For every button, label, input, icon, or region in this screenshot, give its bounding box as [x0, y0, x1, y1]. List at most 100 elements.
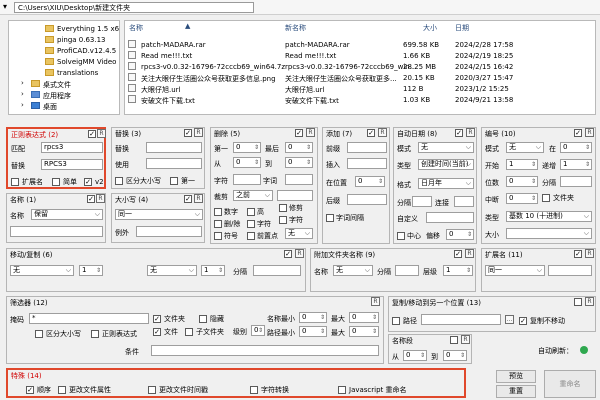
remove-mode-select[interactable]: 无 — [285, 228, 313, 239]
center-checkbox[interactable] — [397, 232, 405, 240]
name-input[interactable] — [10, 226, 103, 237]
custom-input[interactable] — [426, 212, 474, 223]
tree-item[interactable]: translations — [9, 67, 119, 77]
segment-from-spin[interactable]: 0 — [403, 350, 427, 361]
numbering-reset-button[interactable]: R — [585, 128, 594, 137]
insert-input[interactable] — [347, 158, 387, 169]
copy-move-reset-button[interactable]: R — [585, 297, 594, 306]
reset-button[interactable]: 重置 — [496, 385, 536, 398]
copy-move-enable-checkbox[interactable] — [574, 298, 582, 306]
path-input[interactable] — [421, 314, 501, 325]
autodate-enable-checkbox[interactable]: ✓ — [455, 129, 463, 137]
folder-tree[interactable]: Everything 1.5 x64 pinga 0.63.13 ProfiCA… — [8, 20, 120, 115]
filter-case-checkbox[interactable] — [35, 330, 43, 338]
remove-reset-button[interactable]: R — [306, 128, 315, 137]
segment-reset-button[interactable]: R — [461, 335, 470, 344]
col-name[interactable]: 名称 — [129, 23, 143, 33]
folders-checkbox[interactable]: ✓ — [153, 315, 161, 323]
at-spin[interactable]: 0 — [560, 142, 592, 153]
numbering-enable-checkbox[interactable]: ✓ — [574, 129, 582, 137]
segment-to-spin[interactable]: 0 — [443, 350, 467, 361]
ext-enable-checkbox[interactable]: ✓ — [574, 250, 582, 258]
autodate-reset-button[interactable]: R — [466, 128, 475, 137]
replace-input[interactable]: RPCS3 — [41, 159, 103, 170]
files-checkbox[interactable]: ✓ — [153, 328, 161, 336]
tree-item[interactable]: › 应用程序 — [9, 89, 119, 101]
digits-checkbox[interactable] — [214, 208, 222, 216]
sep-input[interactable] — [412, 196, 432, 207]
crop-input[interactable] — [277, 190, 313, 201]
rename-button[interactable]: 重命名 — [544, 370, 596, 398]
folder-checkbox[interactable] — [542, 194, 550, 202]
move-enable-checkbox[interactable]: ✓ — [284, 250, 292, 258]
mask-input[interactable]: * — [29, 313, 149, 324]
name-enable-checkbox[interactable]: ✓ — [87, 195, 95, 203]
append-enable-checkbox[interactable]: ✓ — [454, 250, 462, 258]
col-size[interactable]: 大小 — [423, 23, 437, 33]
file-row[interactable]: Read me!!!.txt Read me!!!.txt 1.66 KB 2024/… — [125, 50, 595, 60]
expand-icon[interactable]: › — [21, 91, 24, 98]
case-enable-checkbox[interactable]: ✓ — [184, 195, 192, 203]
word-space-checkbox[interactable] — [326, 214, 334, 222]
move-count-spin[interactable]: 1 — [79, 265, 103, 276]
expand-icon[interactable]: › — [21, 80, 24, 87]
format-select[interactable]: 日月年 — [418, 178, 474, 189]
hidden-checkbox[interactable] — [199, 315, 207, 323]
replace-reset-button[interactable]: R — [194, 128, 203, 137]
attr-checkbox[interactable] — [58, 386, 66, 394]
case-select[interactable]: 同一 — [115, 209, 203, 220]
ext-checkbox[interactable] — [11, 178, 19, 186]
move-reset-button[interactable]: R — [295, 249, 304, 258]
append-name-select[interactable]: 无 — [333, 265, 373, 276]
match-input[interactable]: rpcs3 — [41, 142, 103, 153]
position-spin[interactable]: 0 — [355, 176, 385, 187]
move-pos-spin[interactable]: 1 — [201, 265, 225, 276]
replace-field[interactable] — [146, 142, 202, 153]
with-field[interactable] — [146, 158, 202, 169]
expand-icon[interactable]: › — [21, 102, 24, 109]
incr-spin[interactable]: 1 — [560, 159, 592, 170]
sym-checkbox[interactable] — [214, 232, 222, 240]
num-case-select[interactable] — [506, 228, 592, 239]
connect-input[interactable] — [454, 196, 474, 207]
start-spin[interactable]: 1 — [506, 159, 538, 170]
case-reset-button[interactable]: R — [194, 194, 203, 203]
move-sep-input[interactable] — [253, 265, 301, 276]
browse-button[interactable]: … — [505, 315, 514, 324]
ext-select[interactable]: 同一 — [485, 265, 545, 276]
preview-button[interactable]: 预览 — [496, 370, 536, 383]
level-spin[interactable]: 0 — [251, 325, 265, 336]
simple-checkbox[interactable] — [52, 178, 60, 186]
first-checkbox[interactable] — [170, 177, 178, 185]
tree-item[interactable]: pinga 0.63.13 — [9, 34, 119, 44]
file-row[interactable]: 安破文件下载.txt 安破文件下载.txt 1.03 KB 2024/9/21 13:… — [125, 94, 595, 105]
levels-spin[interactable]: 1 — [443, 265, 473, 276]
num-type-select[interactable]: 基数 10 (十进制) — [506, 211, 592, 222]
segment-enable-checkbox[interactable] — [450, 336, 458, 344]
v2-checkbox[interactable]: ✓ — [84, 178, 92, 186]
tree-item[interactable]: Everything 1.5 x64 — [9, 23, 119, 33]
chars-input[interactable] — [233, 174, 261, 185]
regex-reset-button[interactable]: R — [97, 129, 106, 138]
add-enable-checkbox[interactable]: ✓ — [367, 129, 375, 137]
suffix-input[interactable] — [347, 194, 387, 205]
type-select[interactable]: 创建时间(当前) — [418, 159, 474, 170]
move-from-select[interactable]: 无 — [10, 265, 74, 276]
js-checkbox[interactable] — [338, 386, 346, 394]
filter-reset-button[interactable]: R — [371, 297, 380, 306]
case-checkbox[interactable] — [115, 177, 123, 185]
max-path-spin[interactable]: 0 — [349, 326, 379, 337]
max-name-spin[interactable]: 0 — [349, 312, 379, 323]
last-spin[interactable]: 0 — [285, 142, 313, 153]
keep-copy-checkbox[interactable]: ✓ — [519, 317, 527, 325]
col-date[interactable]: 日期 — [455, 23, 469, 33]
tree-item[interactable]: ProfiCAD.v12.4.5 — [9, 45, 119, 55]
high-checkbox[interactable] — [247, 208, 255, 216]
num-sep-input[interactable] — [560, 176, 592, 187]
min-name-spin[interactable]: 0 — [299, 312, 327, 323]
mode-select[interactable]: 无 — [418, 142, 474, 153]
filter-regex-checkbox[interactable] — [91, 330, 99, 338]
append-sep-input[interactable] — [395, 265, 419, 276]
lead-checkbox[interactable] — [247, 232, 255, 240]
from-spin[interactable]: 0 — [233, 157, 261, 168]
